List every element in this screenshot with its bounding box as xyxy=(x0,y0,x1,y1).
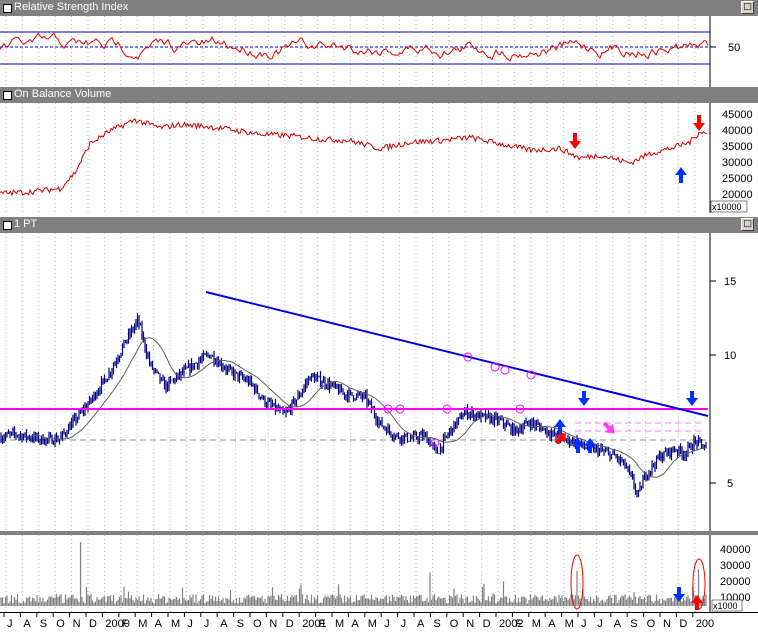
obv-pane: 45000 40000 35000 30000 25000 20000 x100… xyxy=(0,103,758,213)
x-tick-label: F xyxy=(319,618,326,630)
obv-tick: 25000 xyxy=(722,173,753,185)
volume-multiplier: x1000 xyxy=(713,601,738,611)
moving-average-line xyxy=(30,337,707,478)
x-tick-label: N xyxy=(663,618,671,630)
obv-title: On Balance Volume xyxy=(14,88,112,100)
price-chart: 15 10 5 xyxy=(0,233,736,531)
x-tick-label: S xyxy=(630,618,637,630)
x-tick-label: A xyxy=(23,618,31,630)
obv-up-arrow-icon xyxy=(675,167,687,183)
x-tick-label: D xyxy=(483,618,491,630)
x-tick-label: M xyxy=(138,618,147,630)
price-bars xyxy=(0,313,707,498)
x-tick-label: N xyxy=(269,618,277,630)
x-tick-label: D xyxy=(89,618,97,630)
x-tick-label: F xyxy=(515,618,522,630)
rsi-maximize-button[interactable]: □ xyxy=(741,1,754,14)
price-maximize-button[interactable]: □ xyxy=(741,218,754,231)
x-tick-label: J xyxy=(581,618,587,630)
x-tick-label: M xyxy=(171,618,180,630)
x-tick-label: D xyxy=(286,618,294,630)
pivot-circle xyxy=(500,365,510,375)
rsi-title: Relative Strength Index xyxy=(14,1,129,13)
x-axis-labels: J A S O N D 2000F M A M J J A S O N D 2001F M A M J J A S O N D 2002… xyxy=(3,613,714,630)
x-tick-label: J xyxy=(187,618,193,630)
x-tick-label: F xyxy=(122,618,129,630)
x-tick-label: M xyxy=(368,618,377,630)
x-tick-label: A xyxy=(548,618,556,630)
rsi-pane: 50 xyxy=(0,16,758,87)
rsi-title-bar[interactable]: Relative Strength Index □ xyxy=(0,0,758,17)
price-tick: 5 xyxy=(727,478,733,490)
obv-line xyxy=(0,118,707,197)
volume-chart: 40000 30000 20000 10000 x1000 xyxy=(0,535,751,612)
x-tick-label: A xyxy=(614,618,622,630)
x-tick-label: J xyxy=(597,618,603,630)
x-tick-label: M xyxy=(532,618,541,630)
obv-y-axis: 45000 40000 35000 30000 25000 20000 xyxy=(722,109,753,201)
x-tick-label: A xyxy=(417,618,425,630)
x-tick-label: N xyxy=(466,618,474,630)
down-arrow-icon xyxy=(686,391,698,406)
x-tick-label: S xyxy=(237,618,244,630)
price-title-bar[interactable]: 1 PT □ xyxy=(0,217,758,234)
price-tick: 10 xyxy=(724,350,736,362)
x-tick-label: A xyxy=(220,618,228,630)
x-tick-label: A xyxy=(351,618,359,630)
rsi-tick-50: 50 xyxy=(728,42,740,54)
rsi-chart: 50 xyxy=(0,16,740,87)
price-title: 1 PT xyxy=(14,218,38,230)
x-tick-label: O xyxy=(647,618,656,630)
x-tick-label: J xyxy=(401,618,407,630)
obv-tick: 45000 xyxy=(722,109,753,121)
pane-menu-icon[interactable] xyxy=(3,221,12,230)
volume-pane: 40000 30000 20000 10000 x1000 xyxy=(0,535,758,612)
x-tick-label: J xyxy=(7,618,13,630)
x-tick-label: O xyxy=(450,618,459,630)
obv-chart: 45000 40000 35000 30000 25000 20000 x100… xyxy=(0,103,753,213)
x-tick-label: J xyxy=(204,618,210,630)
x-tick-label: S xyxy=(40,618,47,630)
magenta-arrow-icon xyxy=(602,421,615,434)
obv-tick: 35000 xyxy=(722,141,753,153)
obv-down-arrow-icon xyxy=(693,115,705,131)
obv-multiplier: x10000 xyxy=(712,202,742,212)
x-tick-label: S xyxy=(433,618,440,630)
x-tick-label: J xyxy=(384,618,390,630)
obv-title-bar[interactable]: On Balance Volume xyxy=(0,87,758,104)
obv-tick: 30000 xyxy=(722,157,753,169)
obv-tick: 20000 xyxy=(722,189,753,201)
x-tick-label: O xyxy=(56,618,65,630)
x-tick-label: 200 xyxy=(696,618,714,630)
x-tick-label: M xyxy=(335,618,344,630)
obv-down-arrow-icon xyxy=(569,133,581,149)
x-tick-label: O xyxy=(253,618,262,630)
x-tick-label: A xyxy=(155,618,163,630)
pane-menu-icon[interactable] xyxy=(3,91,12,100)
x-tick-label: M xyxy=(565,618,574,630)
x-tick-label: D xyxy=(679,618,687,630)
trendline xyxy=(205,291,709,417)
volume-bars xyxy=(0,542,707,606)
pane-menu-icon[interactable] xyxy=(3,4,12,13)
volume-tick: 40000 xyxy=(720,544,751,556)
obv-tick: 40000 xyxy=(722,125,753,137)
x-axis: J A S O N D 2000 F M A M J J A S O N D 2001 F M A M J J A S O N D 2002… xyxy=(0,612,758,630)
volume-tick: 20000 xyxy=(720,576,751,588)
price-tick: 15 xyxy=(724,276,736,288)
x-tick-label: N xyxy=(73,618,81,630)
volume-tick: 30000 xyxy=(720,560,751,572)
price-pane: 15 10 5 xyxy=(0,233,758,531)
